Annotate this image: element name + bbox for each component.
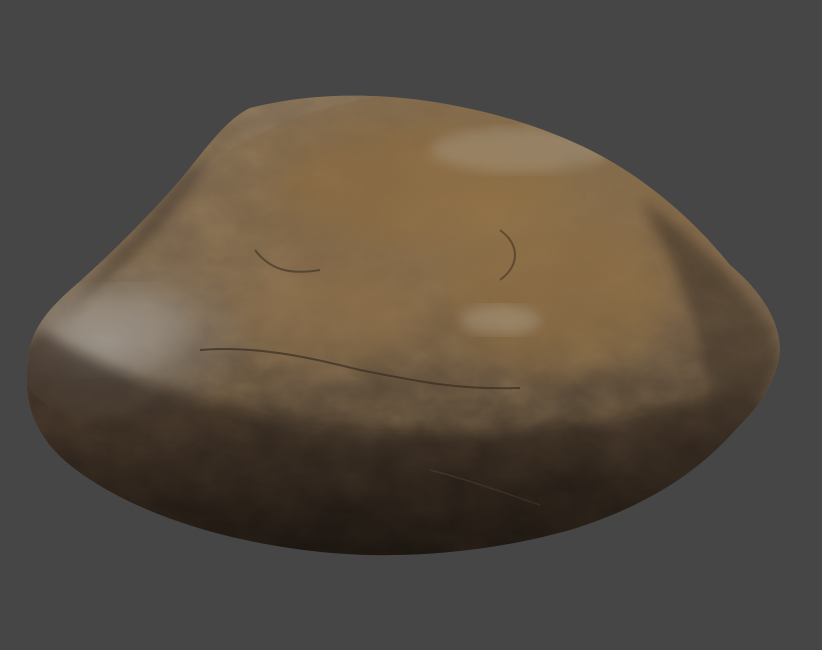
viewport-canvas (0, 0, 822, 650)
3d-viewport[interactable] (0, 0, 822, 650)
